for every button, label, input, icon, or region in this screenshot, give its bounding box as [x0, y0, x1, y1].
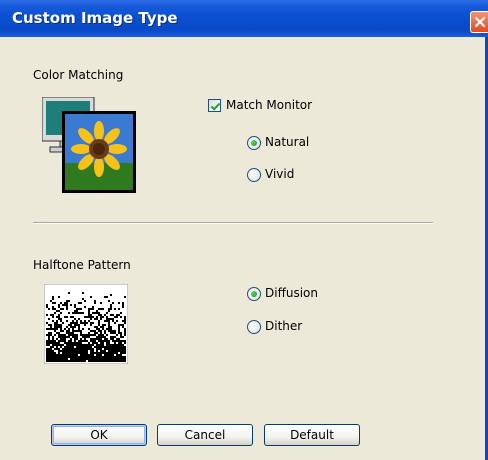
monitor-sunflower-icon: [41, 96, 136, 196]
dither-radio[interactable]: [247, 320, 261, 334]
match-monitor-label[interactable]: Match Monitor: [226, 98, 312, 112]
diffusion-label[interactable]: Diffusion: [265, 286, 318, 300]
vivid-label[interactable]: Vivid: [265, 167, 294, 181]
halftone-pattern-icon: [43, 283, 129, 367]
window-title: Custom Image Type: [12, 9, 178, 27]
title-bar[interactable]: Custom Image Type: [0, 0, 488, 37]
cancel-button[interactable]: Cancel: [157, 424, 253, 446]
color-matching-label: Color Matching: [33, 68, 124, 82]
vivid-radio[interactable]: [247, 168, 261, 182]
ok-button[interactable]: OK: [51, 424, 147, 446]
match-monitor-checkbox[interactable]: [208, 99, 221, 112]
default-button[interactable]: Default: [264, 424, 360, 446]
natural-radio[interactable]: [247, 136, 261, 150]
section-divider: [33, 222, 433, 224]
dither-label[interactable]: Dither: [265, 319, 302, 333]
natural-label[interactable]: Natural: [265, 135, 309, 149]
diffusion-radio[interactable]: [247, 287, 261, 301]
close-icon[interactable]: [470, 11, 488, 33]
halftone-pattern-label: Halftone Pattern: [33, 258, 131, 272]
